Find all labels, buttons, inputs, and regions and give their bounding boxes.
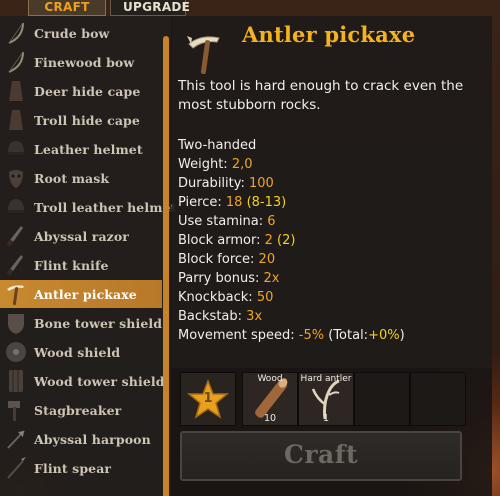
recipe-label: Troll leather helmet [34, 199, 177, 215]
requirement-amount: 10 [263, 413, 277, 424]
recipe-item-troll-leather-helmet[interactable]: Troll leather helmet [0, 193, 176, 221]
recipe-label: Flint knife [34, 257, 109, 273]
helmet-icon [2, 135, 30, 163]
recipe-label: Abyssal razor [34, 228, 129, 244]
stat-stamina: Use stamina: 6 [178, 214, 276, 229]
stat-handedness: Two-handed [178, 138, 257, 153]
requirement-slot-empty [410, 372, 466, 426]
recipe-item-root-mask[interactable]: Root mask [0, 164, 162, 192]
stat-backstab: Backstab: 3x [178, 309, 263, 324]
recipe-item-flint-knife[interactable]: Flint knife [0, 251, 162, 279]
recipe-item-abyssal-razor[interactable]: Abyssal razor [0, 222, 162, 250]
recipe-label: Antler pickaxe [34, 286, 137, 302]
requirement-amount: 1 [322, 413, 330, 424]
harpoon-icon [2, 425, 30, 453]
recipe-item-troll-hide-cape[interactable]: Troll hide cape [0, 106, 162, 134]
recipe-label: Abyssal harpoon [34, 431, 151, 447]
recipe-label: Flint spear [34, 460, 112, 476]
recipe-label: Deer hide cape [34, 83, 141, 99]
item-description: This tool is hard enough to crack even t… [178, 78, 464, 113]
item-icon-pickaxe-icon [183, 30, 233, 74]
tab-bar: CRAFT UPGRADE [28, 0, 190, 16]
recipe-label: Leather helmet [34, 141, 143, 157]
recipe-list: Crude bow Finewood bow Deer hide cape Troll… [0, 16, 176, 496]
recipe-item-crude-bow[interactable]: Crude bow [0, 19, 162, 47]
recipe-item-antler-pickaxe[interactable]: Antler pickaxe [0, 280, 162, 308]
station-level: 1 [203, 391, 213, 406]
stat-movement: Movement speed: -5% (Total:+0%) [178, 328, 405, 343]
requirement-slot-hard-antler: Hard antler 1 [298, 372, 354, 426]
station-level-slot: 1 [180, 372, 236, 426]
recipe-list-scrollbar[interactable] [163, 36, 169, 496]
requirement-slot-empty [354, 372, 410, 426]
requirement-name: Hard antler [300, 374, 352, 384]
craft-button[interactable]: Craft [180, 431, 462, 481]
recipe-label: Troll hide cape [34, 112, 140, 128]
bow-icon [2, 48, 30, 76]
recipe-label: Stagbreaker [34, 402, 122, 418]
recipe-item-stagbreaker[interactable]: Stagbreaker [0, 396, 162, 424]
recipe-item-bone-tower-shield[interactable]: Bone tower shield [0, 309, 162, 337]
mask-icon [2, 164, 30, 192]
knife-icon [2, 251, 30, 279]
cape-icon [2, 77, 30, 105]
recipe-item-finewood-bow[interactable]: Finewood bow [0, 48, 162, 76]
tab-craft[interactable]: CRAFT [28, 0, 106, 16]
stat-pierce: Pierce: 18 (8-13) [178, 195, 287, 210]
recipe-label: Wood shield [34, 344, 121, 360]
tower-shield-icon [2, 367, 30, 395]
tab-upgrade[interactable]: UPGRADE [110, 0, 190, 16]
bow-icon [2, 19, 30, 47]
round-shield-icon [2, 338, 30, 366]
recipe-item-flint-spear[interactable]: Flint spear [0, 454, 162, 482]
item-stats: Two-handed Weight: 2,0 Durability: 100 P… [178, 136, 488, 345]
stat-block-armor: Block armor: 2 (2) [178, 233, 296, 248]
recipe-label: Bone tower shield [34, 315, 163, 331]
stat-block-force: Block force: 20 [178, 252, 276, 267]
hammer-icon [2, 396, 30, 424]
shield-icon [2, 309, 30, 337]
requirement-name: Wood [257, 374, 283, 384]
recipe-label: Root mask [34, 170, 110, 186]
item-title: Antler pickaxe [242, 22, 416, 47]
recipe-label: Crude bow [34, 25, 110, 41]
recipe-item-leather-helmet[interactable]: Leather helmet [0, 135, 162, 163]
requirement-slot-wood: Wood 10 [242, 372, 298, 426]
recipe-label: Finewood bow [34, 54, 135, 70]
spear-icon [2, 454, 30, 482]
pickaxe-icon [2, 280, 30, 308]
stat-knockback: Knockback: 50 [178, 290, 274, 305]
stat-parry: Parry bonus: 2x [178, 271, 280, 286]
recipe-item-wood-shield[interactable]: Wood shield [0, 338, 162, 366]
stat-durability: Durability: 100 [178, 176, 274, 191]
recipe-label: Wood tower shield [34, 373, 165, 389]
recipe-item-deer-hide-cape[interactable]: Deer hide cape [0, 77, 162, 105]
recipe-item-wood-tower-shield[interactable]: Wood tower shield [0, 367, 165, 395]
scrollbar-thumb[interactable] [163, 36, 169, 496]
stat-weight: Weight: 2,0 [178, 157, 253, 172]
recipe-item-abyssal-harpoon[interactable]: Abyssal harpoon [0, 425, 162, 453]
helmet-icon [2, 193, 30, 221]
cape-icon [2, 106, 30, 134]
knife-icon [2, 222, 30, 250]
